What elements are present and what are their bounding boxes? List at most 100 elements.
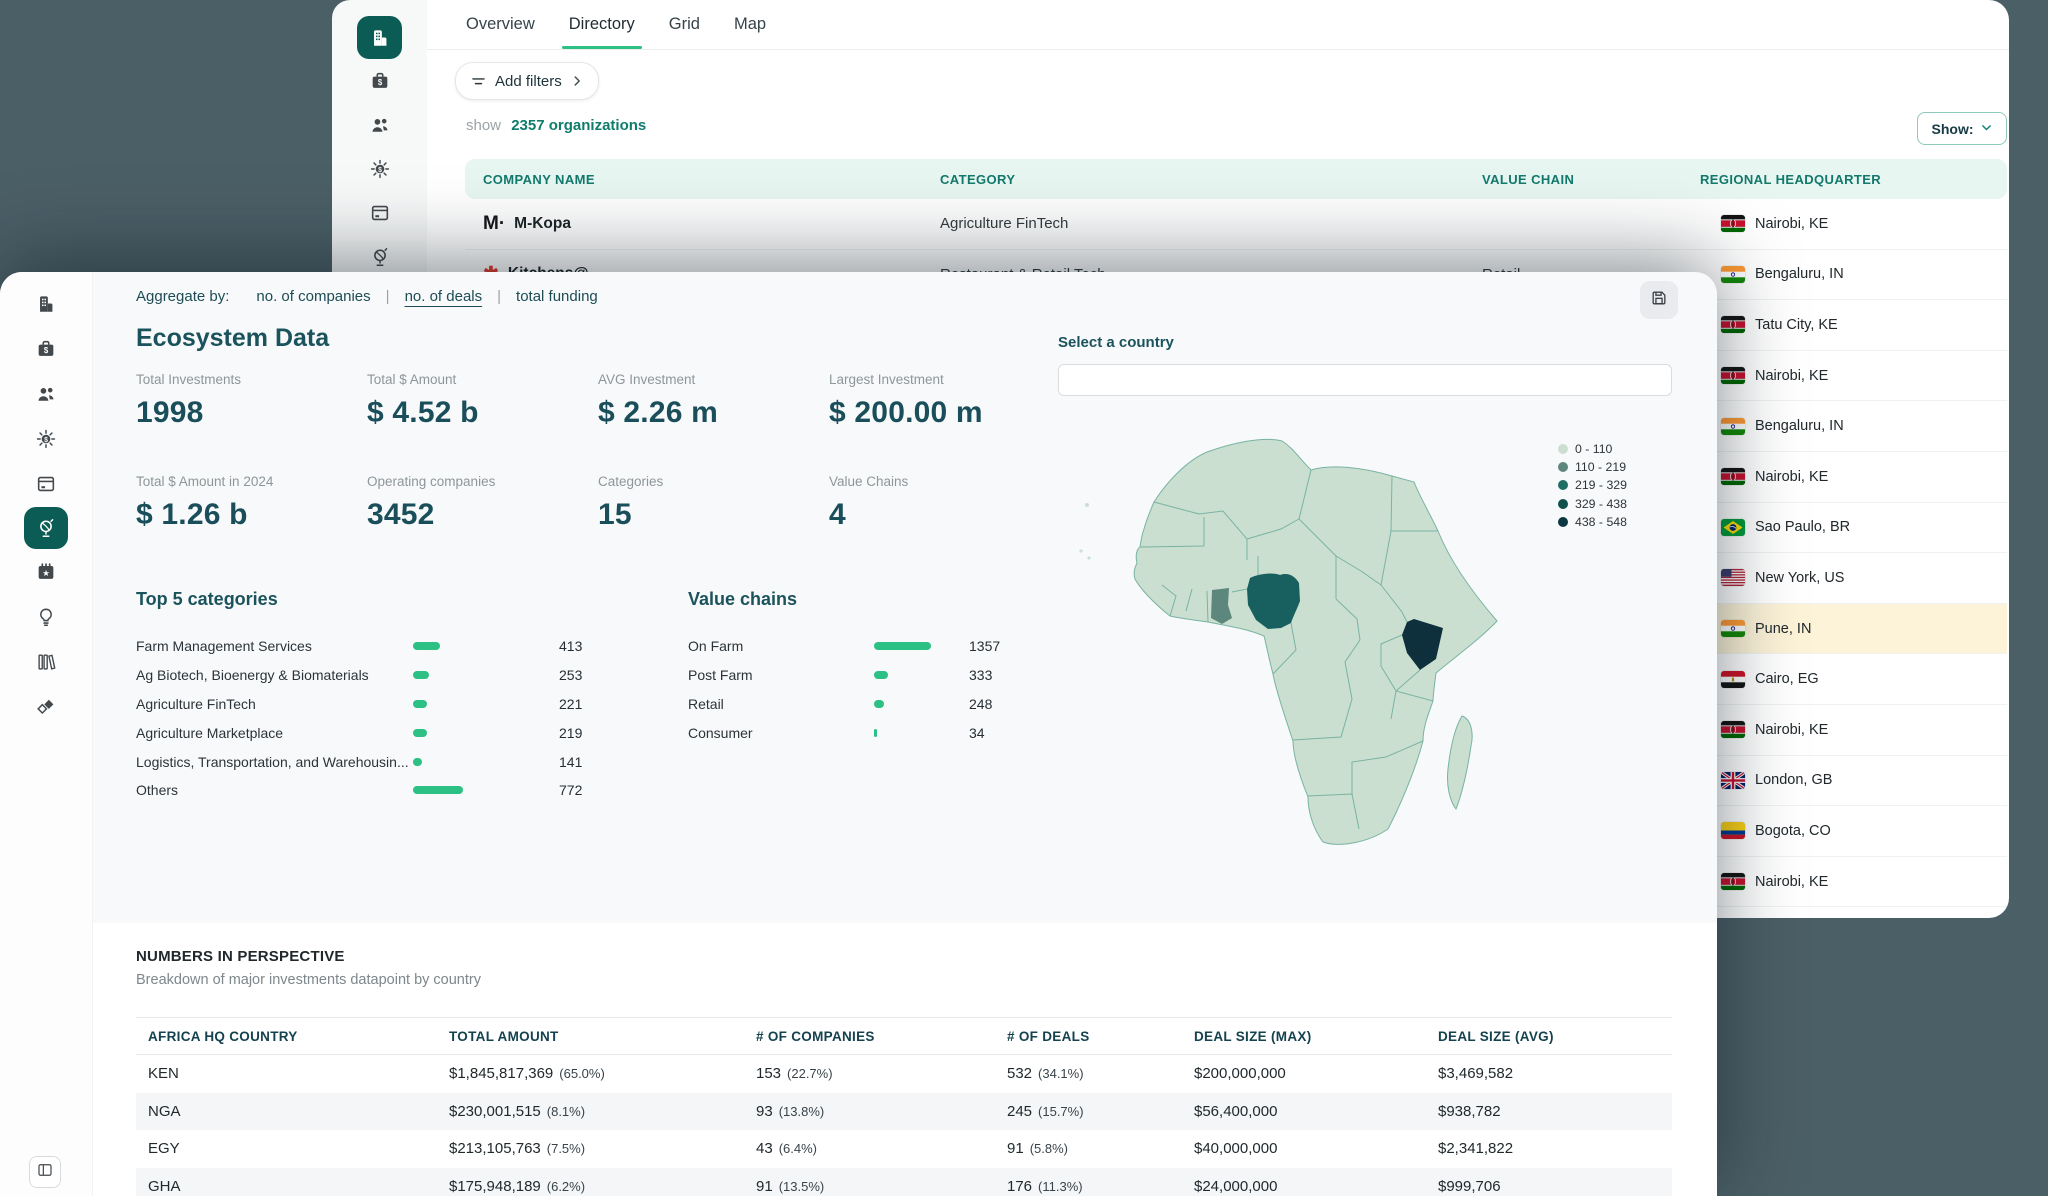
stat-label: Total $ Amount — [367, 372, 598, 387]
bar-row: Farm Management Services 413 — [136, 632, 582, 661]
bar-label: Consumer — [688, 725, 874, 741]
legend-item: 438 - 548 — [1558, 515, 1627, 529]
bar-value: 253 — [559, 667, 582, 683]
flag-us-icon — [1721, 569, 1745, 586]
sidebar-item-library[interactable] — [24, 640, 68, 684]
stat-card: Largest Investment$ 200.00 m — [829, 372, 1060, 430]
flag-ke-icon — [1721, 468, 1745, 485]
perspective-row: KEN$1,845,817,369(65.0%)153(22.7%)532(34… — [136, 1055, 1672, 1093]
legend-label: 219 - 329 — [1575, 478, 1627, 492]
column-header: DEAL SIZE (AVG) — [1438, 1029, 1672, 1044]
bar-label: Farm Management Services — [136, 638, 413, 654]
stat-card: AVG Investment$ 2.26 m — [598, 372, 829, 430]
save-icon — [1649, 288, 1669, 313]
table-row[interactable]: M·M-KopaAgriculture FinTechNairobi, KE — [465, 199, 2007, 250]
sidebar-item-buildings[interactable] — [24, 282, 68, 326]
show-menu-button[interactable]: Show: — [1917, 112, 2007, 145]
stat-label: AVG Investment — [598, 372, 829, 387]
sidebar-item-calendar-star[interactable]: ★ — [24, 550, 68, 594]
column-header: DEAL SIZE (MAX) — [1194, 1029, 1438, 1044]
bar-row: Agriculture FinTech221 — [136, 690, 582, 719]
bar — [874, 700, 884, 708]
page-title: Ecosystem Data — [136, 324, 329, 353]
tab-map[interactable]: Map — [734, 0, 766, 49]
flag-gb-icon — [1721, 772, 1745, 789]
sidebar-item-gems[interactable] — [24, 685, 68, 729]
flag-ke-icon — [1721, 316, 1745, 333]
stat-label: Operating companies — [367, 474, 598, 489]
sidebar-item-funding-network[interactable]: $ — [358, 147, 402, 191]
sidebar-item-briefcase-dollar[interactable]: $ — [24, 327, 68, 371]
results-prefix: show — [466, 117, 501, 134]
top-categories-block: Top 5 categories Farm Management Service… — [136, 589, 582, 805]
africa-map — [1035, 420, 1540, 852]
bar — [874, 729, 877, 737]
bar-label: Retail — [688, 696, 874, 712]
hq-city: Nairobi, KE — [1755, 368, 1828, 384]
background-sidebar: $$ — [332, 0, 427, 308]
perspective-row: GHA$175,948,189(6.2%)91(13.5%)176(11.3%)… — [136, 1168, 1672, 1196]
aggregate-option-total-funding[interactable]: total funding — [516, 288, 598, 305]
tab-overview[interactable]: Overview — [466, 0, 535, 49]
sidebar-item-users[interactable] — [358, 103, 402, 147]
bar-row: Others772 — [136, 776, 582, 805]
num-deals: 91(5.8%) — [1007, 1140, 1194, 1157]
value-chains-title: Value chains — [688, 589, 1000, 610]
organizations-count-link[interactable]: 2357 organizations — [511, 117, 646, 134]
sidebar-item-briefcase-dollar[interactable]: $ — [358, 59, 402, 103]
save-button[interactable] — [1640, 281, 1678, 319]
bar-label: Ag Biotech, Bioenergy & Biomaterials — [136, 667, 413, 683]
stat-value: 3452 — [367, 498, 598, 532]
svg-text:$: $ — [378, 167, 382, 174]
hq-city: New York, US — [1755, 570, 1844, 586]
bar-row: Logistics, Transportation, and Warehousi… — [136, 747, 582, 776]
bar-value: 413 — [559, 638, 582, 654]
num-deals: 532(34.1%) — [1007, 1065, 1194, 1082]
aggregate-option-no-of-companies[interactable]: no. of companies — [256, 288, 370, 305]
bar — [874, 642, 931, 650]
svg-text:$: $ — [44, 437, 48, 444]
deal-size-max: $56,400,000 — [1194, 1103, 1438, 1120]
perspective-row: NGA$230,001,515(8.1%)93(13.8%)245(15.7%)… — [136, 1093, 1672, 1131]
briefcase-dollar-icon: $ — [369, 70, 391, 92]
num-companies: 153(22.7%) — [756, 1065, 1007, 1082]
hq-city: Nairobi, KE — [1755, 216, 1828, 232]
bar-value: 219 — [559, 725, 582, 741]
hq-city: Bogota, CO — [1755, 823, 1831, 839]
sidebar-item-lightbulb[interactable] — [24, 595, 68, 639]
hq-city: Cairo, EG — [1755, 671, 1819, 687]
add-filters-button[interactable]: Add filters — [455, 62, 599, 100]
bar — [413, 642, 440, 650]
sidebar-item-funding-network[interactable]: $ — [24, 417, 68, 461]
tab-grid[interactable]: Grid — [669, 0, 700, 49]
num-companies: 93(13.8%) — [756, 1103, 1007, 1120]
sidebar-item-users[interactable] — [24, 372, 68, 416]
stat-card: Operating companies 3452 — [367, 474, 598, 532]
bar — [413, 758, 422, 766]
bar-value: 1357 — [969, 638, 1000, 654]
sidebar-item-buildings[interactable] — [357, 16, 402, 59]
country-code: GHA — [136, 1178, 449, 1195]
select-country-input[interactable] — [1058, 364, 1672, 396]
funding-network-icon: $ — [35, 428, 57, 450]
results-count: show 2357 organizations — [466, 117, 646, 134]
aggregate-option-no-of-deals[interactable]: no. of deals — [405, 288, 483, 305]
island-dot — [1087, 556, 1090, 559]
hq-city: Sao Paulo, BR — [1755, 519, 1850, 535]
gems-icon — [35, 696, 57, 718]
stat-value: $ 4.52 b — [367, 396, 598, 430]
sidebar-item-globe[interactable] — [24, 507, 68, 549]
sidebar-item-browser-window[interactable] — [358, 191, 402, 235]
bar — [874, 671, 888, 679]
browser-window-icon — [35, 473, 57, 495]
company-logo: M· — [483, 213, 505, 235]
sidebar-item-browser-window[interactable] — [24, 462, 68, 506]
stat-card: Value Chains4 — [829, 474, 1060, 532]
stat-value: $ 1.26 b — [136, 498, 367, 532]
funding-network-icon: $ — [369, 158, 391, 180]
collapse-sidebar-button[interactable] — [29, 1156, 61, 1188]
tab-directory[interactable]: Directory — [569, 0, 635, 49]
total-amount: $230,001,515(8.1%) — [449, 1103, 756, 1120]
perspective-table: AFRICA HQ COUNTRYTOTAL AMOUNT# OF COMPAN… — [136, 1017, 1672, 1196]
legend-item: 219 - 329 — [1558, 478, 1627, 492]
